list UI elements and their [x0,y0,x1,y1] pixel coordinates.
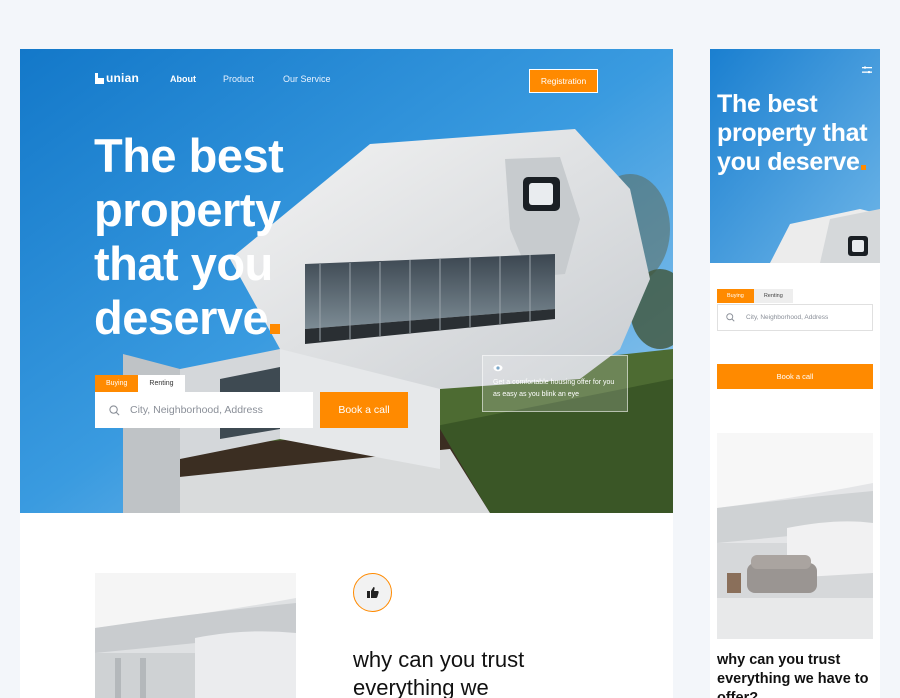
tab-buying[interactable]: Buying [717,289,754,303]
nav-item-our-service[interactable]: Our Service [283,74,331,84]
mobile-hero-title-text: The best property that you deserve [717,90,868,176]
tab-renting[interactable]: Renting [138,375,185,392]
search-input[interactable]: City, Neighborhood, Address [95,392,313,428]
thumbs-up-badge [353,573,392,612]
logo[interactable]: unian [95,71,139,85]
thumbs-up-icon [366,587,379,598]
search-icon [726,313,735,322]
search-placeholder: City, Neighborhood, Address [130,404,263,416]
mobile-search-input[interactable]: City, Neighborhood, Address [717,304,873,331]
nav-item-about[interactable]: About [170,74,196,84]
mobile-hero: The best property that you deserve [710,49,880,263]
tab-renting[interactable]: Renting [753,289,793,303]
accent-dot [860,165,866,170]
hero-section: unian About Product Our Service Registra… [20,49,673,513]
mobile-hero-title: The best property that you deserve [717,90,877,177]
mobile-interior-image [717,433,873,639]
trust-title: why can you trust everything we [353,647,525,698]
book-call-button[interactable]: Book a call [320,392,408,428]
registration-button[interactable]: Registration [529,69,598,93]
accent-dot [270,324,281,334]
mobile-search-tabs: Buying Renting [717,289,793,303]
search-icon [109,404,120,415]
logo-text: unian [106,71,139,85]
info-card-text: Get a comfortable housing offer for you … [493,379,615,398]
menu-icon[interactable] [862,66,872,74]
eye-icon [493,364,503,372]
search-tabs: Buying Renting [95,375,185,392]
tab-buying[interactable]: Buying [95,375,139,392]
mobile-frame: The best property that you deserve Buyin… [710,49,880,698]
search-placeholder: City, Neighborhood, Address [746,314,829,321]
info-card: Get a comfortable housing offer for you … [482,355,628,412]
desktop-frame: unian About Product Our Service Registra… [20,49,673,698]
hero-title-text: The best property that you deserve [94,129,284,344]
mobile-book-call-button[interactable]: Book a call [717,364,873,389]
hero-title: The best property that you deserve [94,129,354,345]
top-nav: unian About Product Our Service [95,71,331,85]
mobile-trust-title: why can you trust everything we have to … [717,652,869,698]
nav-item-product[interactable]: Product [223,74,254,84]
logo-icon [95,72,104,84]
interior-image [95,573,296,698]
